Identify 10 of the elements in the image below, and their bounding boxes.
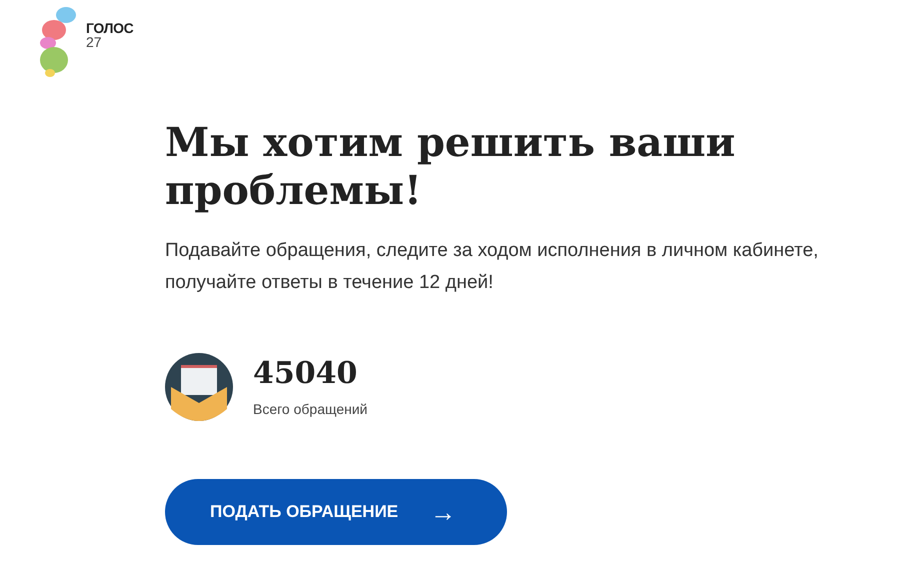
arrow-icon: → [430,499,456,525]
logo-number: 27 [86,35,103,49]
stat-label: Всего обращений [253,400,368,419]
submit-appeal-button[interactable]: ПОДАТЬ ОБРАЩЕНИЕ → [165,479,507,545]
description: Подавайте обращения, следите за ходом исполнения в личном кабинете, получайте ответы в течение 12 дней! [165,239,820,295]
heading: Мы хотим решить ваши проблемы! [165,119,736,215]
logo-text: ГОЛОС [86,21,134,35]
logo-icon [38,5,78,79]
stat-value: 45040 [253,354,358,392]
envelope-icon [165,353,233,421]
